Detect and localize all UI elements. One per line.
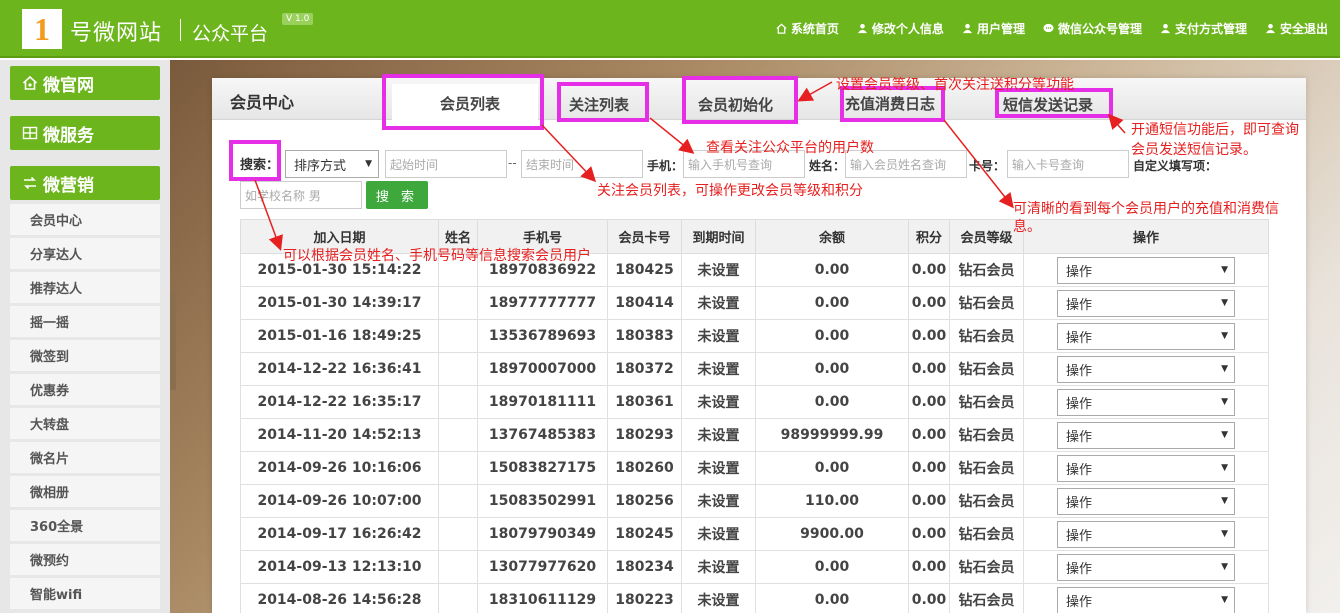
- note-recharge: 可清晰的看到每个会员用户的充值和消费信 息。: [1013, 201, 1279, 235]
- annotation-arrows: [254, 81, 1126, 251]
- arrow-follow: [649, 117, 695, 154]
- arrow-search: [254, 179, 283, 251]
- arrow-recharge: [943, 119, 1014, 209]
- note-search: 可以根据会员姓名、手机号码等信息搜索会员用户: [283, 248, 591, 264]
- note-members: 关注会员列表，可操作更改会员等级和积分: [597, 183, 863, 199]
- note-sms: 开通短信功能后，即可查询 会员发送短信记录。: [1131, 122, 1299, 158]
- arrow-members: [541, 124, 597, 183]
- arrow-init: [797, 81, 833, 102]
- arrow-sms: [1108, 113, 1126, 134]
- note-follow: 查看关注公众平台的用户数: [706, 140, 874, 156]
- note-init: 设置会员等级、首次关注送积分等功能: [836, 77, 1074, 93]
